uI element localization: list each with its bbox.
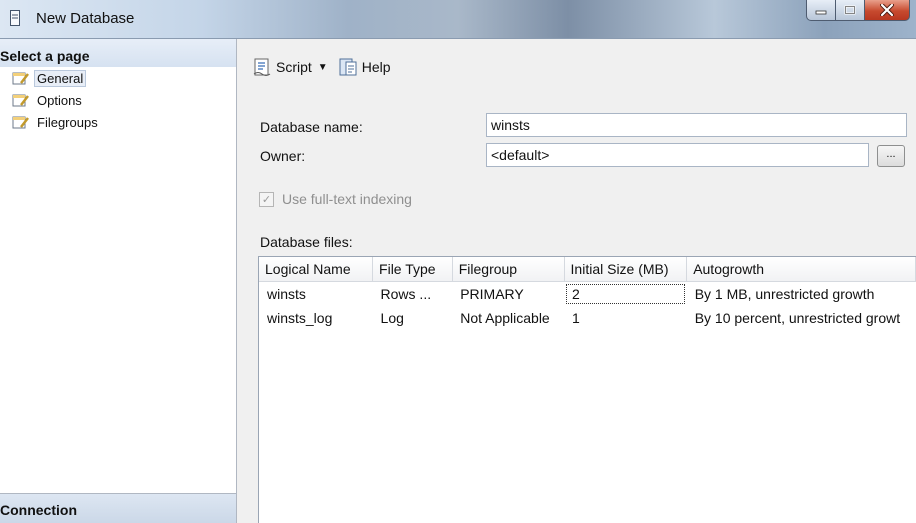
page-item-options[interactable]: Options [0, 89, 236, 111]
page-item-label: Filegroups [37, 114, 98, 130]
minimize-button[interactable] [806, 0, 836, 21]
chevron-down-icon[interactable]: ▼ [318, 62, 328, 73]
toolbar: Script ▼ Help [252, 55, 391, 79]
database-files-grid[interactable]: Logical Name File Type Filegroup Initial… [258, 256, 916, 523]
cell-filegroup[interactable]: PRIMARY [452, 282, 564, 307]
general-page-content: Script ▼ Help Database name: Owner: ... … [237, 39, 916, 523]
cell-file-type[interactable]: Rows ... [373, 282, 453, 307]
cell-autogrowth[interactable]: By 1 MB, unrestricted growth [687, 282, 916, 307]
page-list: General Options Filegroups [0, 67, 236, 133]
owner-browse-button[interactable]: ... [877, 145, 905, 167]
database-name-input[interactable] [486, 113, 907, 137]
fulltext-indexing-label: Use full-text indexing [282, 191, 412, 207]
page-wrench-icon [12, 116, 29, 129]
page-item-general[interactable]: General [0, 67, 236, 89]
table-row[interactable]: winsts Rows ... PRIMARY 2 By 1 MB, unres… [259, 282, 916, 307]
help-button[interactable]: Help [338, 57, 391, 77]
close-icon [880, 4, 894, 16]
owner-label: Owner: [260, 148, 306, 164]
column-header-autogrowth[interactable]: Autogrowth [686, 257, 916, 282]
cell-initial-size[interactable]: 1 [564, 306, 687, 330]
column-header-file-type[interactable]: File Type [372, 257, 453, 282]
help-icon [339, 58, 357, 76]
window-title: New Database [36, 10, 135, 27]
select-page-header: Select a page [0, 39, 236, 67]
page-item-label: Options [37, 92, 82, 108]
cell-logical-name[interactable]: winsts_log [259, 306, 373, 330]
column-header-initial-size[interactable]: Initial Size (MB) [564, 257, 688, 282]
close-button[interactable] [865, 0, 910, 21]
window-controls [806, 0, 910, 22]
cell-initial-size[interactable]: 2 [564, 282, 687, 307]
maximize-icon [844, 5, 856, 15]
page-wrench-icon [12, 72, 29, 85]
page-wrench-icon [12, 94, 29, 107]
owner-input[interactable] [486, 143, 869, 167]
script-icon [253, 58, 271, 76]
table-row[interactable]: winsts_log Log Not Applicable 1 By 10 pe… [259, 306, 916, 330]
document-icon [10, 10, 20, 26]
fulltext-indexing-option: ✓ Use full-text indexing [259, 191, 412, 207]
database-files-table: Logical Name File Type Filegroup Initial… [259, 257, 916, 330]
fulltext-indexing-checkbox[interactable]: ✓ [259, 191, 274, 207]
help-label: Help [361, 59, 391, 75]
script-button[interactable]: Script ▼ [252, 57, 338, 77]
cell-logical-name[interactable]: winsts [259, 282, 373, 307]
cell-file-type[interactable]: Log [373, 306, 453, 330]
maximize-button[interactable] [836, 0, 865, 21]
cell-autogrowth[interactable]: By 10 percent, unrestricted growt [687, 306, 916, 330]
title-bar[interactable]: New Database [0, 0, 916, 39]
page-selector-panel: Select a page General Options Filegroups… [0, 39, 237, 523]
column-header-filegroup[interactable]: Filegroup [452, 257, 565, 282]
column-header-logical-name[interactable]: Logical Name [259, 257, 374, 282]
table-header-row: Logical Name File Type Filegroup Initial… [259, 257, 916, 282]
minimize-icon [815, 10, 827, 15]
database-name-label: Database name: [260, 119, 363, 135]
database-files-label: Database files: [260, 234, 353, 250]
page-item-filegroups[interactable]: Filegroups [0, 111, 236, 133]
page-item-label: General [34, 69, 87, 87]
cell-filegroup[interactable]: Not Applicable [452, 306, 564, 330]
connection-header: Connection [0, 493, 236, 523]
script-label: Script [276, 59, 312, 75]
